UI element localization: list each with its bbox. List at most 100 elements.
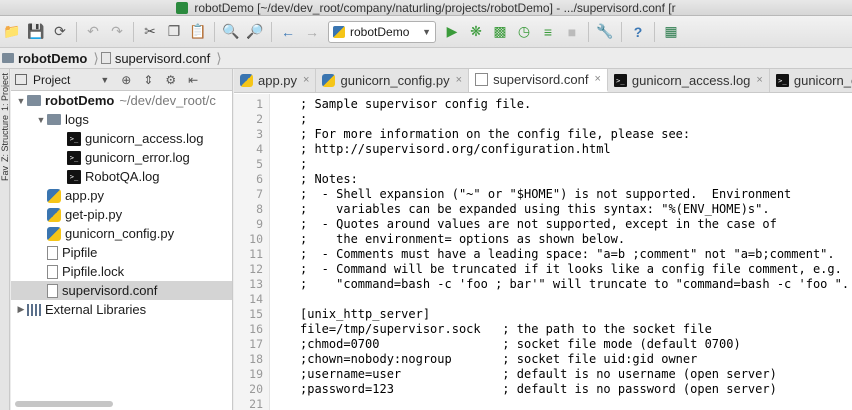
text-file-icon (47, 245, 58, 260)
line-number: 19 (249, 367, 263, 381)
settings-wrench-icon[interactable]: 🔧 (594, 21, 616, 43)
run-configuration-select[interactable]: robotDemo ▼ (328, 20, 436, 43)
tree-item[interactable]: ▼ robotDemo ~/dev/dev_root/c (11, 91, 232, 110)
line-number: 18 (249, 352, 263, 366)
collapse-arrow-icon[interactable]: ▶ (15, 304, 27, 315)
editor-tab[interactable]: >_ gunicorn_access.log × (608, 69, 770, 92)
close-icon[interactable]: × (594, 73, 600, 85)
tree-item[interactable]: get-pip.py (11, 205, 232, 224)
log-file-icon: >_ (613, 73, 627, 87)
paste-icon[interactable]: 📋 (187, 21, 209, 43)
editor-tab[interactable]: gunicorn_config.py × (316, 69, 470, 92)
line-number: 17 (249, 337, 263, 351)
code-line: file=/tmp/supervisor.sock ; the path to … (300, 322, 712, 336)
vcs-icon[interactable]: ▦ (660, 21, 682, 43)
redo-icon[interactable]: ↷ (106, 21, 128, 43)
editor-tab[interactable]: app.py × (234, 69, 317, 92)
back-icon[interactable]: ← (277, 21, 299, 43)
line-number: 6 (256, 172, 263, 186)
open-folder-icon[interactable]: 📁 (1, 21, 23, 43)
tree-item[interactable]: >_ RobotQA.log (11, 167, 232, 186)
line-number: 21 (249, 397, 263, 410)
line-number: 10 (249, 232, 263, 246)
find-icon[interactable]: 🔍 (220, 21, 242, 43)
run-icon[interactable]: ▶ (441, 21, 463, 43)
cut-icon[interactable]: ✂ (139, 21, 161, 43)
line-number: 8 (256, 202, 263, 216)
tree-item[interactable]: >_ gunicorn_error.log (11, 148, 232, 167)
code-line: ; (300, 112, 308, 126)
project-panel-header: Project ▼ ⊕ ⇕ ⚙ ⇤ (11, 69, 232, 91)
tree-item[interactable]: ▼ logs (11, 110, 232, 129)
tree-item[interactable]: Pipfile.lock (11, 262, 232, 281)
toolbar-separator (133, 21, 134, 42)
editor-tab-label: gunicorn_erro (793, 72, 852, 88)
code-line: ; - Shell expansion ("~" or "$HOME") is … (300, 187, 792, 201)
undo-icon[interactable]: ↶ (82, 21, 104, 43)
copy-icon[interactable]: ❐ (163, 21, 185, 43)
tree-item-label: robotDemo (45, 93, 115, 108)
tree-item[interactable]: >_ gunicorn_access.log (11, 129, 232, 148)
text-file-icon (47, 264, 58, 279)
project-view-select[interactable]: Project (33, 73, 70, 87)
code-text[interactable]: ; Sample supervisor config file.;; For m… (270, 94, 852, 410)
debug-icon[interactable]: ❋ (465, 21, 487, 43)
tree-item[interactable]: Pipfile (11, 243, 232, 262)
save-all-icon[interactable]: 💾 (25, 21, 47, 43)
close-icon[interactable]: × (303, 74, 309, 86)
tree-item[interactable]: supervisord.conf (11, 281, 232, 300)
sync-icon[interactable]: ⟳ (49, 21, 71, 43)
gear-icon[interactable]: ⚙ (165, 73, 176, 87)
horizontal-scrollbar[interactable] (15, 401, 113, 407)
favorites-tool-button[interactable]: Fav (0, 166, 9, 181)
profile-icon[interactable]: ◷ (513, 21, 535, 43)
breadcrumb-file[interactable]: supervisord.conf (99, 51, 216, 66)
code-line: ;chown=nobody:nogroup ; socket file uid:… (300, 352, 698, 366)
tree-item-label: Pipfile.lock (62, 264, 125, 279)
close-icon[interactable]: × (756, 74, 762, 86)
expand-arrow-icon[interactable]: ▼ (15, 96, 27, 106)
locate-icon[interactable]: ⊕ (121, 73, 131, 87)
tree-item-label: gunicorn_config.py (65, 226, 175, 241)
toolbar-separator (76, 21, 77, 42)
concurrency-icon[interactable]: ≡ (537, 21, 559, 43)
close-icon[interactable]: × (456, 74, 462, 86)
log-file-icon: >_ (775, 73, 789, 87)
run-coverage-icon[interactable]: ▩ (489, 21, 511, 43)
tree-item-label: logs (65, 112, 89, 127)
replace-icon[interactable]: 🔎 (244, 21, 266, 43)
config-file-icon (47, 283, 58, 298)
line-number: 16 (249, 322, 263, 336)
code-view[interactable]: 1 2 3 4 5 6 7 8 9 10 11 12 13 14 15 16 17 18 19 20 21 ; Samp… (234, 94, 852, 410)
tree-item[interactable]: gunicorn_config.py (11, 224, 232, 243)
line-number: 3 (256, 127, 263, 141)
tree-item-label: gunicorn_error.log (85, 150, 190, 165)
tree-item[interactable]: app.py (11, 186, 232, 205)
stop-icon[interactable]: ■ (561, 21, 583, 43)
code-line: ; (300, 157, 308, 171)
help-icon[interactable]: ? (627, 21, 649, 43)
window-title-bar: robotDemo [~/dev/dev_root/company/naturl… (0, 0, 852, 16)
code-line: ; "command=bash -c 'foo ; bar'" will tru… (300, 277, 850, 291)
library-icon (27, 303, 41, 316)
line-number: 11 (249, 247, 263, 261)
code-line: ; variables can be expanded using this s… (300, 202, 770, 216)
tree-item[interactable]: ▶ External Libraries (11, 300, 232, 319)
breadcrumb-project[interactable]: robotDemo (0, 51, 93, 66)
tree-item-label: External Libraries (45, 302, 147, 317)
forward-icon[interactable]: → (301, 21, 323, 43)
project-tool-button[interactable]: 1: Project (0, 73, 9, 111)
editor-tab[interactable]: >_ gunicorn_erro (770, 69, 852, 92)
code-line: ;password=123 ; default is no password (… (300, 382, 777, 396)
structure-tool-button[interactable]: Z: Structure (0, 115, 9, 162)
project-tree: ▼ robotDemo ~/dev/dev_root/c ▼ logs >_ gunicor… (11, 91, 232, 319)
code-line: ; the environment= options as shown belo… (300, 232, 626, 246)
chevron-down-icon[interactable]: ▼ (100, 75, 109, 85)
expand-arrow-icon[interactable]: ▼ (35, 115, 47, 125)
editor-tab[interactable]: supervisord.conf × (469, 69, 608, 92)
hide-panel-icon[interactable]: ⇤ (188, 73, 198, 87)
collapse-all-icon[interactable]: ⇕ (143, 73, 153, 87)
editor-tab-label: gunicorn_access.log (631, 72, 751, 88)
breadcrumb-project-label: robotDemo (18, 50, 88, 66)
